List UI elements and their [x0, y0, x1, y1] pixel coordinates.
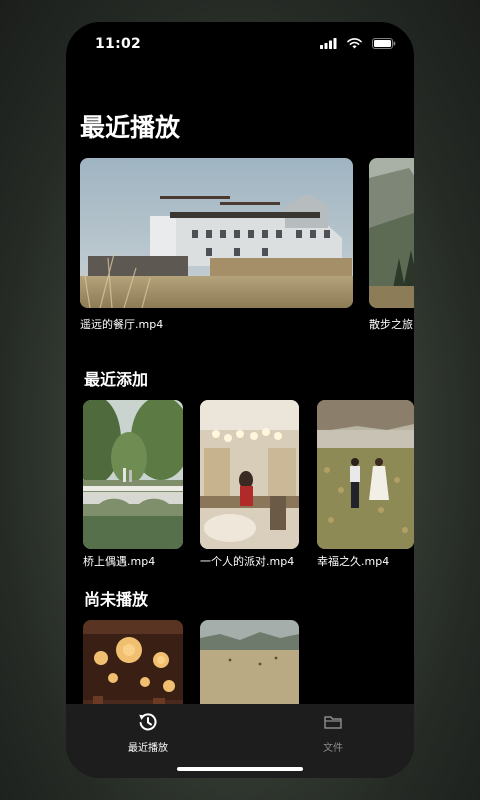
- tab-files[interactable]: 文件: [273, 712, 393, 754]
- video-title: 桥上偶遇.mp4: [83, 555, 156, 568]
- couple-image: [317, 400, 414, 549]
- home-indicator[interactable]: [177, 767, 303, 771]
- walk-image: [369, 158, 414, 308]
- video-title: 遥远的餐厅.mp4: [80, 318, 164, 331]
- video-thumbnail-grassland[interactable]: [200, 620, 299, 704]
- video-title: 幸福之久.mp4: [317, 555, 390, 568]
- video-thumbnail-chandelier[interactable]: [83, 620, 183, 704]
- section-title-not-played: 尚未播放: [84, 590, 149, 609]
- section-title-recently-added: 最近添加: [84, 370, 149, 389]
- video-thumbnail-bridge[interactable]: [83, 400, 183, 549]
- restaurant-image: [80, 158, 353, 308]
- bridge-image: [83, 400, 183, 549]
- grassland-image: [200, 620, 299, 704]
- tab-recently-played[interactable]: 最近播放: [88, 712, 208, 754]
- video-thumbnail-walk[interactable]: [369, 158, 414, 308]
- tab-label: 文件: [323, 743, 343, 754]
- chandelier-image: [83, 620, 183, 704]
- page-title: 最近播放: [80, 113, 181, 142]
- party-image: [200, 400, 299, 549]
- video-title: 一个人的派对.mp4: [200, 555, 295, 568]
- video-title: 散步之旅.: [369, 318, 414, 331]
- video-thumbnail-restaurant[interactable]: [80, 158, 353, 308]
- phone-screen: 11:02 最近播放 遥远的餐厅.mp4 散步之旅. 最近添加 桥上偶遇.mp4…: [66, 22, 414, 778]
- video-thumbnail-party[interactable]: [200, 400, 299, 549]
- video-thumbnail-happiness[interactable]: [317, 400, 414, 549]
- history-icon: [139, 713, 157, 731]
- content-scroll[interactable]: 最近播放 遥远的餐厅.mp4 散步之旅. 最近添加 桥上偶遇.mp4 一个人的派…: [66, 22, 414, 704]
- tab-label: 最近播放: [128, 743, 168, 754]
- folder-icon: [324, 716, 342, 729]
